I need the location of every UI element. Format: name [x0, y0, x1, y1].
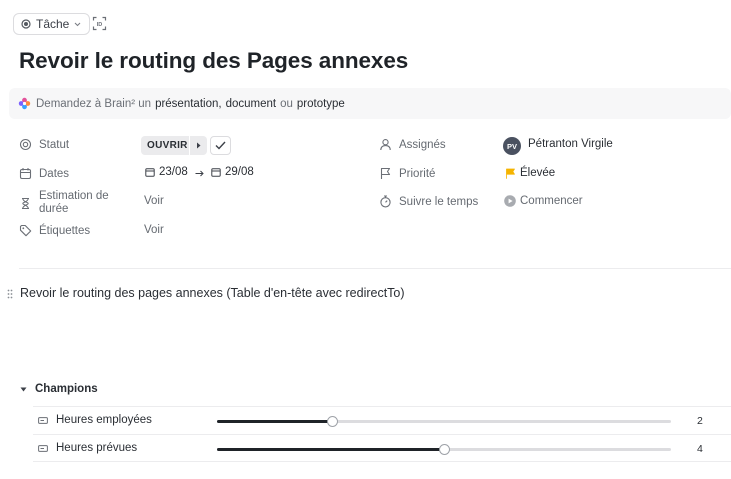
champions-title: Champions [35, 383, 98, 395]
brain-prompt-prefix: Demandez à Brain² un [36, 97, 152, 110]
brain-option-prototype[interactable]: prototype [297, 98, 345, 110]
task-type-label: Tâche [36, 17, 70, 31]
estimate-label-line2: durée [39, 203, 69, 215]
priority-value[interactable]: Élevée [505, 167, 555, 179]
field-label-time-tracking: Suivre le temps [379, 195, 478, 208]
task-type-selector[interactable]: Tâche [13, 13, 91, 35]
caret-down-icon [20, 387, 27, 391]
hours-planned-slider[interactable] [217, 444, 671, 455]
champions-section-toggle[interactable]: Champions [20, 383, 98, 395]
chevron-down-icon [74, 22, 81, 26]
brain-option-presentation[interactable]: présentation, [155, 98, 222, 110]
hours-spent-slider[interactable] [217, 416, 671, 427]
start-date[interactable]: 23/08 [145, 166, 188, 178]
avatar[interactable]: PV [503, 137, 521, 155]
status-icon [19, 138, 32, 151]
assignees-label: Assignés [399, 138, 446, 151]
assignee-name[interactable]: Pétranton Virgile [528, 138, 613, 150]
task-id-icon[interactable]: ID [92, 16, 107, 31]
slider-thumb[interactable] [438, 444, 450, 455]
hours-planned-value: 4 [697, 443, 703, 455]
estimate-label-line1: Estimation de [39, 190, 109, 202]
calendar-icon [211, 168, 221, 177]
start-timer-label: Commencer [520, 195, 583, 207]
slider-thumb[interactable] [327, 416, 339, 427]
user-icon [380, 139, 391, 151]
calendar-icon [145, 168, 155, 177]
field-label-status: Statut [19, 138, 69, 151]
drag-handle-icon[interactable] [7, 289, 13, 299]
brain-prompt-or: ou [280, 97, 293, 110]
status-next-button[interactable] [189, 136, 207, 155]
estimate-value[interactable]: Voir [144, 195, 164, 207]
caret-right-icon [197, 142, 201, 149]
tags-value[interactable]: Voir [144, 224, 164, 236]
calendar-icon [19, 168, 32, 180]
status-label: Statut [39, 138, 70, 151]
field-label-assignees: Assignés [379, 138, 446, 151]
progress-field-icon [38, 417, 48, 424]
brain-option-document[interactable]: document [226, 98, 277, 110]
field-label-estimate: Estimation de durée [19, 190, 109, 216]
check-icon [215, 141, 226, 150]
task-type-icon [21, 19, 31, 29]
start-date-value: 23/08 [159, 166, 188, 178]
status-value: OUVRIR [147, 140, 188, 151]
field-label-dates: Dates [19, 167, 69, 180]
flag-icon [506, 168, 515, 179]
due-date-value: 29/08 [225, 166, 254, 178]
time-tracking-label: Suivre le temps [399, 195, 479, 208]
progress-field-icon [38, 445, 48, 452]
dates-label: Dates [39, 167, 70, 180]
arrow-right-icon [195, 170, 204, 177]
priority-label: Priorité [399, 167, 436, 180]
page-title[interactable]: Revoir le routing des Pages annexes [19, 48, 408, 74]
flag-icon [380, 167, 391, 179]
hourglass-icon [22, 197, 29, 209]
tags-label: Étiquettes [39, 224, 91, 237]
field-label-priority: Priorité [379, 167, 435, 180]
due-date[interactable]: 29/08 [211, 166, 254, 178]
hours-spent-value: 2 [697, 415, 703, 427]
priority-text: Élevée [520, 167, 556, 179]
tag-icon [19, 224, 32, 237]
hours-spent-label: Heures employées [56, 414, 152, 426]
slider-fill [217, 420, 333, 423]
svg-text:ID: ID [97, 22, 103, 28]
status-button[interactable]: OUVRIR [141, 136, 194, 155]
task-description[interactable]: Revoir le routing des pages annexes (Tab… [20, 286, 405, 300]
table-row: Heures prévues 4 [33, 434, 731, 462]
mark-complete-button[interactable] [210, 136, 231, 155]
table-row: Heures employées 2 [33, 406, 731, 434]
hours-planned-label: Heures prévues [56, 442, 138, 454]
brain-ai-prompt[interactable]: Demandez à Brain² un présentation, docum… [9, 88, 731, 119]
slider-fill [217, 448, 444, 451]
stopwatch-icon [380, 195, 391, 208]
brain-ai-icon [18, 97, 31, 110]
start-timer-button[interactable]: Commencer [504, 195, 583, 207]
play-circle-icon [504, 195, 516, 207]
section-divider [19, 268, 731, 269]
field-label-tags: Étiquettes [19, 224, 90, 237]
